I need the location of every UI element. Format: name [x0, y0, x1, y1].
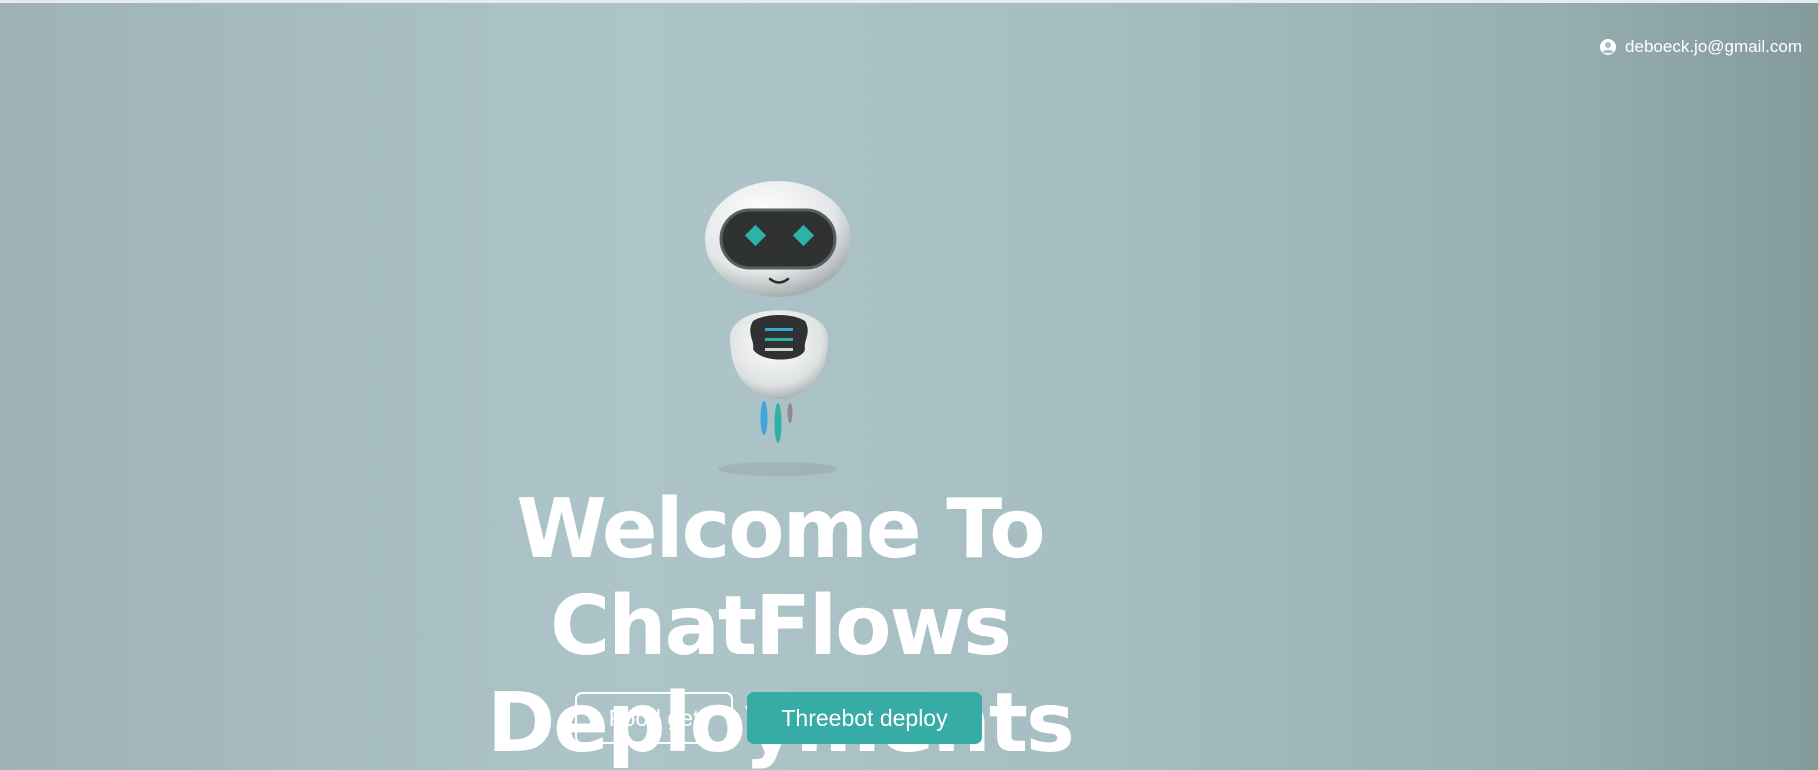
food-get-button[interactable]: Food get — [575, 692, 733, 744]
robot-illustration — [690, 173, 870, 483]
threebot-deploy-button[interactable]: Threebot deploy — [747, 692, 982, 744]
action-buttons: Food get Threebot deploy — [575, 692, 982, 744]
user-account[interactable]: deboeck.jo@gmail.com — [1599, 37, 1802, 57]
user-email: deboeck.jo@gmail.com — [1625, 37, 1802, 56]
user-circle-icon — [1599, 38, 1617, 56]
